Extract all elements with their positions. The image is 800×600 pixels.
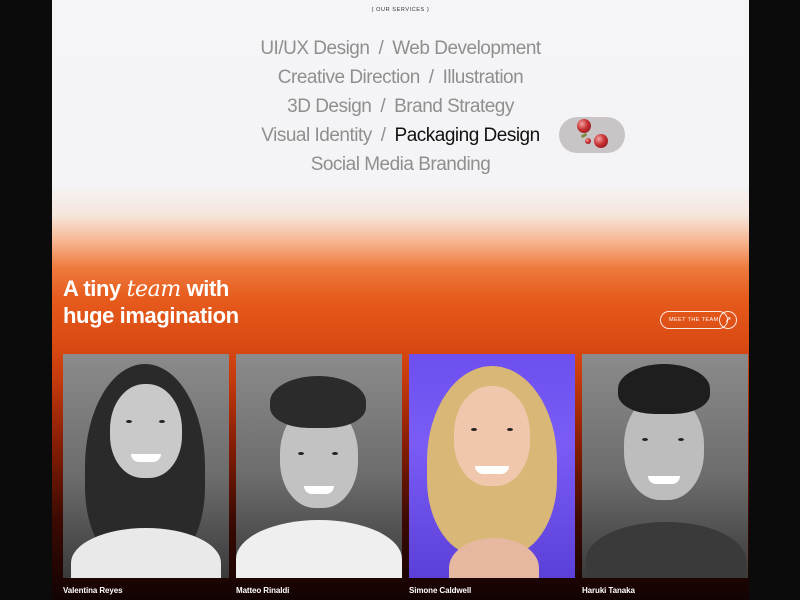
services-row: UI/UX Design / Web Development	[52, 34, 749, 63]
service-packaging-design-active[interactable]: Packaging Design	[395, 125, 541, 146]
pomegranate-image	[577, 119, 591, 133]
page-stage: { OUR SERVICES } UI/UX Design / Web Develo…	[52, 0, 749, 600]
portrait-smile	[475, 466, 509, 474]
service-preview-pill	[559, 117, 625, 153]
portrait-eye	[507, 428, 513, 431]
portrait-eye	[298, 452, 304, 455]
team-card-photo[interactable]	[63, 354, 229, 578]
team-member-name: Simone Caldwell	[409, 586, 472, 595]
services-row: Social Media Branding	[52, 150, 749, 179]
service-3d-design[interactable]: 3D Design	[287, 96, 372, 117]
team-card-photo[interactable]	[236, 354, 402, 578]
portrait-hair	[618, 364, 710, 414]
service-visual-identity[interactable]: Visual Identity	[261, 125, 372, 146]
team-member-name: Haruki Tanaka	[582, 586, 635, 595]
portrait-eye	[126, 420, 132, 423]
arrow-up-right-icon[interactable]: ↗	[719, 311, 737, 329]
service-separator: /	[378, 38, 384, 59]
portrait-eye	[678, 438, 684, 441]
services-row: 3D Design / Brand Strategy	[52, 92, 749, 121]
service-separator: /	[428, 67, 434, 88]
portrait-eye	[159, 420, 165, 423]
portrait-eye	[332, 452, 338, 455]
pomegranate-image	[594, 134, 608, 148]
service-creative-direction[interactable]: Creative Direction	[278, 67, 421, 88]
headline-text: with	[180, 276, 230, 301]
services-eyebrow: { OUR SERVICES }	[371, 7, 430, 13]
headline-emphasis: team	[126, 277, 182, 302]
portrait-body	[236, 520, 402, 578]
portrait-smile	[648, 476, 680, 484]
team-headline-line2: huge imagination	[63, 303, 239, 328]
team-headline-line1: A tiny team with	[63, 276, 239, 303]
service-brand-strategy[interactable]: Brand Strategy	[394, 96, 514, 117]
portrait-hair	[270, 376, 366, 428]
portrait-eye	[642, 438, 648, 441]
team-card-photo[interactable]	[582, 354, 748, 578]
team-card-photo[interactable]	[409, 354, 575, 578]
portrait-smile	[304, 486, 334, 494]
meet-the-team-button[interactable]: MEET THE TEAM	[660, 311, 728, 329]
team-headline: A tiny team with huge imagination	[63, 276, 239, 329]
services-row: Visual Identity / Packaging Design	[52, 121, 749, 150]
portrait-eye	[471, 428, 477, 431]
service-separator: /	[380, 125, 386, 146]
service-illustration[interactable]: Illustration	[443, 67, 524, 88]
portrait-face	[110, 384, 182, 478]
services-list: UI/UX Design / Web Development Creative Di…	[52, 34, 749, 179]
service-social-media-branding[interactable]: Social Media Branding	[311, 154, 491, 175]
service-ui-ux-design[interactable]: UI/UX Design	[260, 38, 370, 59]
service-web-development[interactable]: Web Development	[392, 38, 541, 59]
team-member-name: Matteo Rinaldi	[236, 586, 290, 595]
pomegranate-image	[585, 138, 591, 144]
portrait-smile	[131, 454, 161, 462]
portrait-body	[586, 522, 746, 578]
headline-text: A tiny	[63, 276, 127, 301]
team-member-name: Valentina Reyes	[63, 586, 123, 595]
services-row: Creative Direction / Illustration	[52, 63, 749, 92]
service-separator: /	[380, 96, 386, 117]
